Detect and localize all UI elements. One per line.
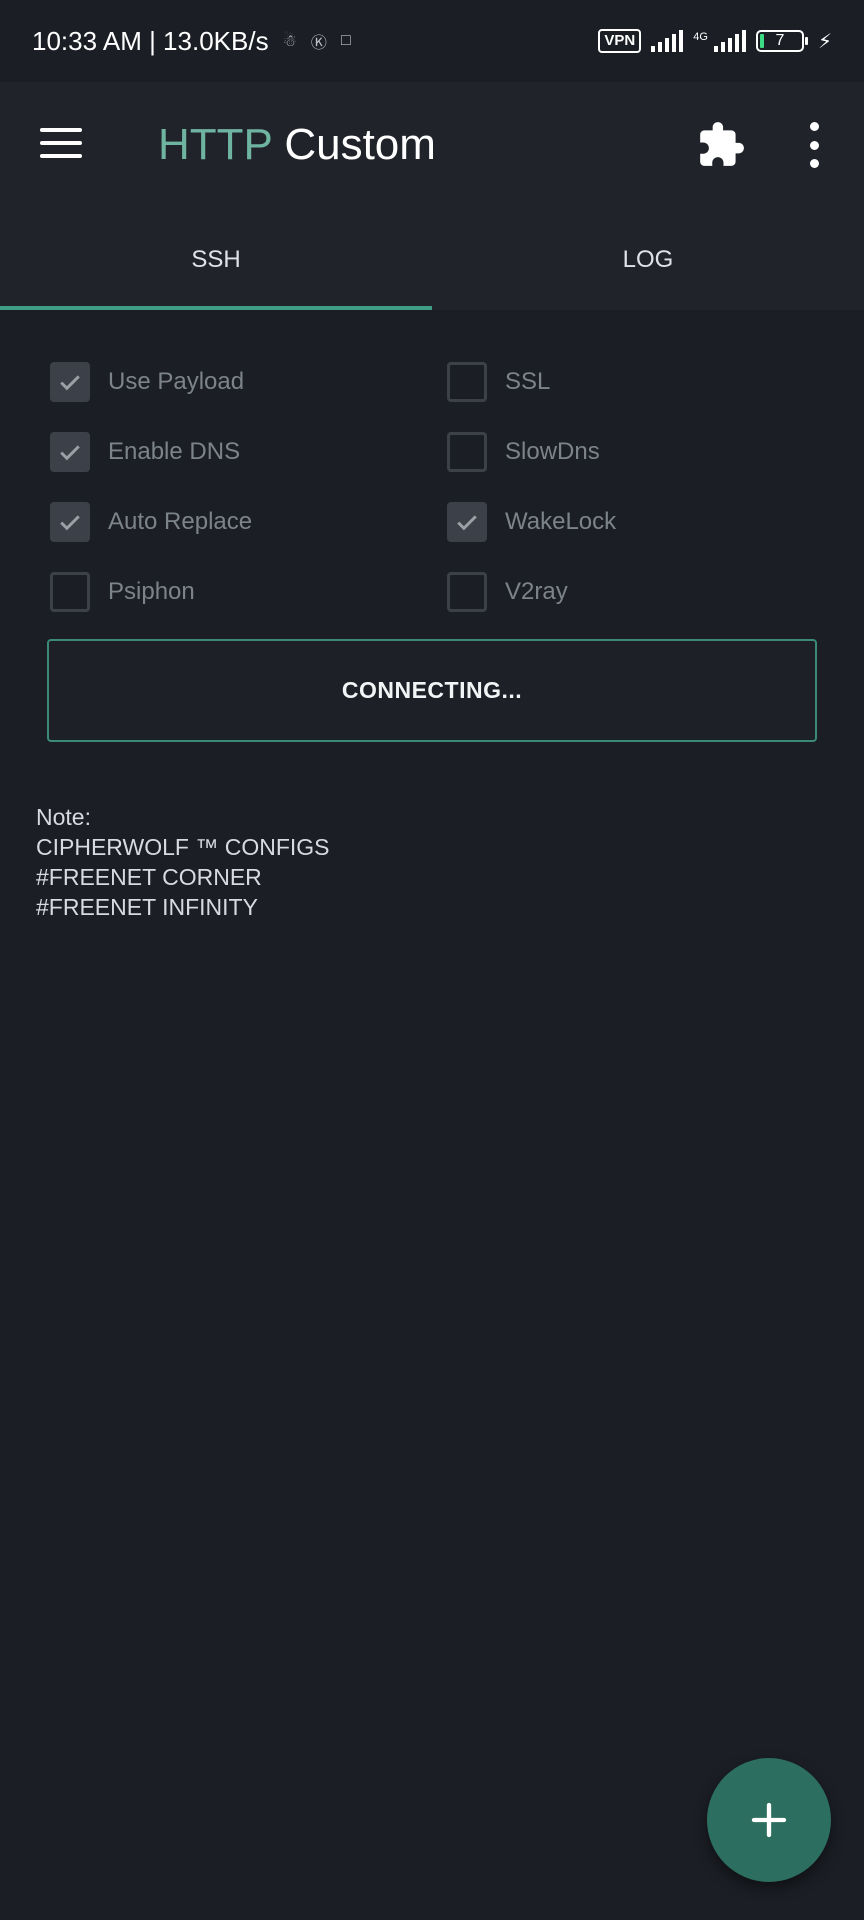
notification-icon-k: Ⓚ — [310, 35, 327, 52]
checkbox-auto-replace[interactable] — [50, 502, 90, 542]
option-auto-replace[interactable]: Auto Replace — [50, 500, 252, 544]
status-left: 10:33 AM | 13.0KB/s ☃ Ⓚ □ — [32, 26, 351, 57]
option-psiphon[interactable]: Psiphon — [50, 570, 195, 614]
battery-level: 7 — [775, 32, 785, 49]
option-slowdns[interactable]: SlowDns — [447, 430, 600, 474]
tab-log[interactable]: LOG — [432, 210, 864, 310]
status-right: VPN 4G 7 ⚡ — [598, 29, 832, 54]
battery-icon: 7 — [755, 30, 808, 52]
network-type: 4G — [693, 30, 708, 43]
checkbox-slowdns[interactable] — [447, 432, 487, 472]
tab-ssh[interactable]: SSH — [0, 210, 432, 310]
check-icon — [60, 515, 80, 531]
note-text: Note: CIPHERWOLF ™ CONFIGS #FREENET CORN… — [36, 802, 330, 922]
notification-icon-app: □ — [340, 32, 351, 49]
checkbox-wakelock[interactable] — [447, 502, 487, 542]
status-time-speed: 10:33 AM | 13.0KB/s — [32, 25, 269, 56]
plus-icon — [751, 1802, 787, 1838]
signal-icon-sim2 — [713, 30, 746, 52]
option-label: SSL — [505, 368, 551, 395]
charging-icon: ⚡ — [817, 30, 832, 53]
note-line: Note: — [36, 804, 91, 830]
option-label: V2ray — [505, 578, 568, 605]
app-title-http: HTTP — [158, 120, 273, 169]
checkbox-psiphon[interactable] — [50, 572, 90, 612]
option-label: SlowDns — [505, 438, 600, 465]
app-bar: HTTP Custom — [0, 82, 864, 210]
option-label: Enable DNS — [108, 438, 241, 465]
option-label: Auto Replace — [108, 508, 253, 535]
option-enable-dns[interactable]: Enable DNS — [50, 430, 240, 474]
signal-icon-sim1 — [651, 30, 684, 52]
notification-icon-android: ☃ — [282, 33, 297, 50]
option-ssl[interactable]: SSL — [447, 360, 550, 404]
screen: 10:33 AM | 13.0KB/s ☃ Ⓚ □ VPN 4G 7 ⚡ HTT… — [0, 0, 864, 1920]
option-label: Use Payload — [108, 368, 245, 395]
option-wakelock[interactable]: WakeLock — [447, 500, 616, 544]
note-line: #FREENET CORNER — [36, 864, 262, 890]
option-label: Psiphon — [108, 578, 195, 605]
add-fab-button[interactable] — [707, 1758, 831, 1882]
app-title-custom: Custom — [284, 120, 436, 169]
menu-icon[interactable] — [40, 128, 82, 160]
app-title: HTTP Custom — [158, 120, 436, 170]
note-line: #FREENET INFINITY — [36, 894, 258, 920]
checkbox-ssl[interactable] — [447, 362, 487, 402]
more-vert-icon[interactable] — [806, 122, 822, 168]
puzzle-icon[interactable] — [696, 120, 746, 170]
status-bar: 10:33 AM | 13.0KB/s ☃ Ⓚ □ VPN 4G 7 ⚡ — [0, 0, 864, 82]
tab-bar: SSH LOG — [0, 210, 864, 310]
note-line: CIPHERWOLF ™ CONFIGS — [36, 834, 330, 860]
battery-fill — [759, 34, 764, 48]
option-label: WakeLock — [505, 508, 617, 535]
option-use-payload[interactable]: Use Payload — [50, 360, 244, 404]
checkbox-enable-dns[interactable] — [50, 432, 90, 472]
vpn-badge: VPN — [598, 29, 642, 53]
connect-button[interactable]: CONNECTING... — [47, 639, 817, 742]
checkbox-use-payload[interactable] — [50, 362, 90, 402]
option-v2ray[interactable]: V2ray — [447, 570, 568, 614]
check-icon — [60, 445, 80, 461]
checkbox-v2ray[interactable] — [447, 572, 487, 612]
check-icon — [457, 515, 477, 531]
check-icon — [60, 375, 80, 391]
